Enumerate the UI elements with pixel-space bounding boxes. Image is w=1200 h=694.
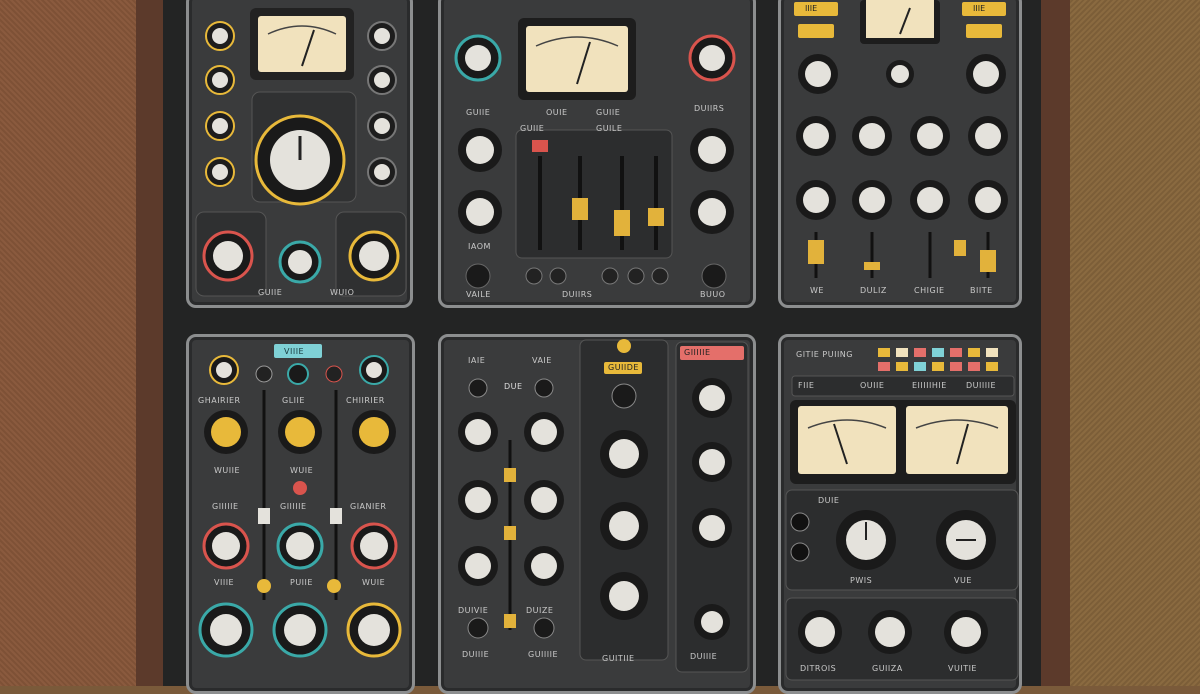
module-6-label-9: GUIIZA — [872, 664, 903, 673]
module-6-label-4: DUIIIIE — [966, 381, 997, 390]
module-6-label-1: FIIE — [798, 381, 815, 390]
indicator-leds — [878, 348, 998, 371]
module-6-label-8: DITROIS — [800, 664, 837, 673]
module-6-label-7: VUE — [954, 576, 972, 585]
module-6-label-10: VUITIE — [948, 664, 977, 673]
module-6-graphics — [785, 348, 1019, 681]
module-6-title: GITIE PUIING — [796, 350, 853, 359]
module-6-label-6: PWIS — [850, 576, 873, 585]
module-6-label-5: DUIE — [818, 496, 840, 505]
module-6-label-2: OUIIE — [860, 381, 885, 390]
bottom-row-knobs[interactable] — [798, 610, 988, 654]
module-6-label-3: EIIIIIHIE — [912, 381, 947, 390]
